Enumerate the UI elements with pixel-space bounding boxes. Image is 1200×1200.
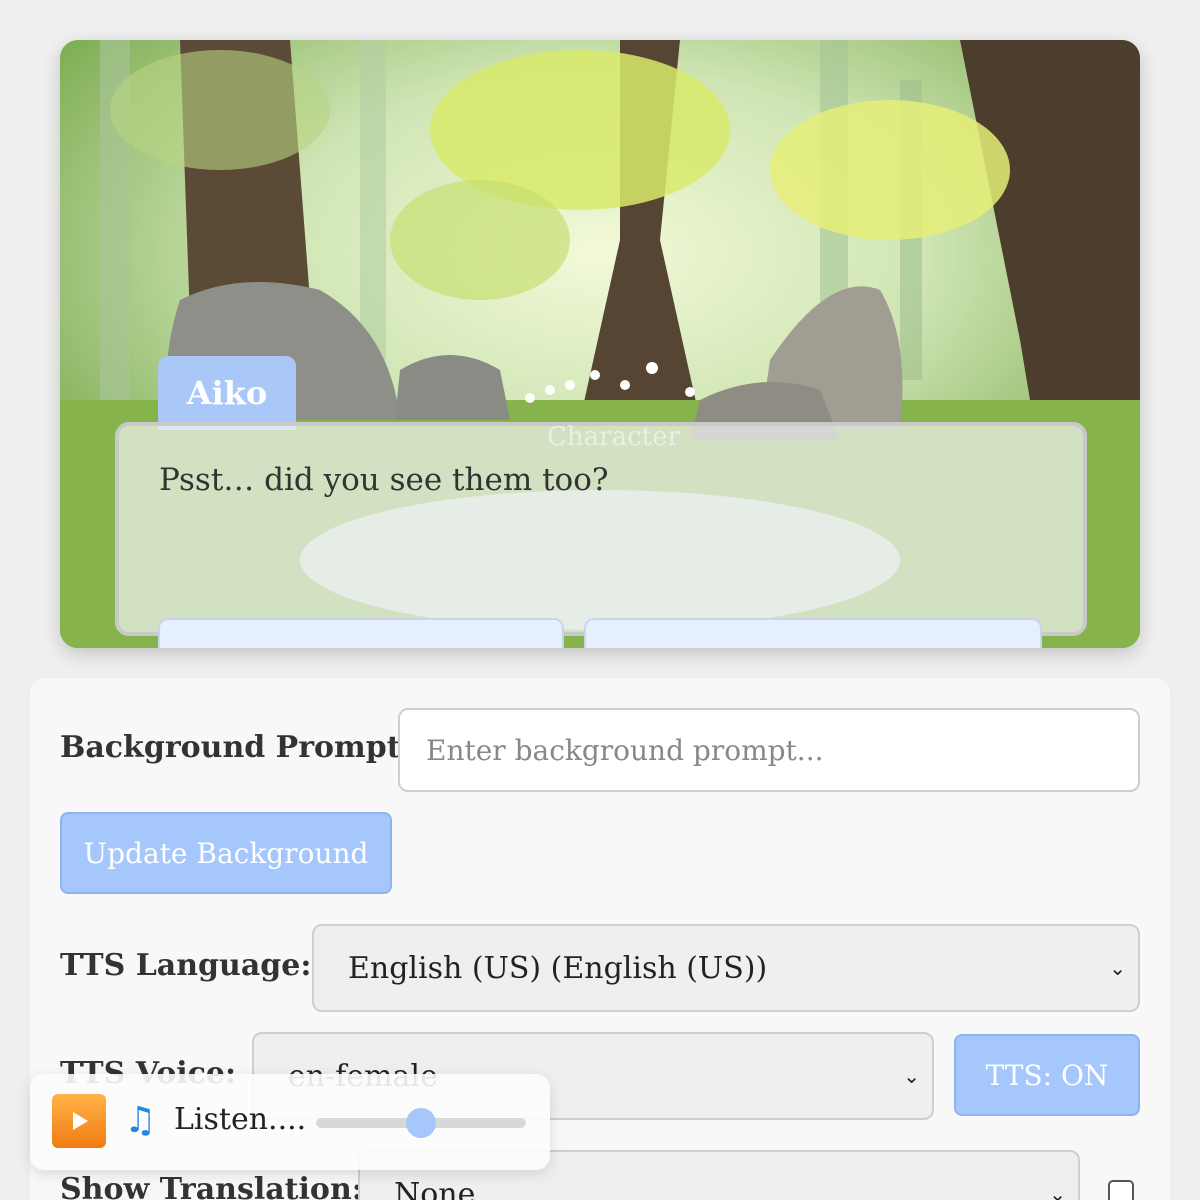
dialog-text: Psst… did you see them too? xyxy=(159,462,609,498)
update-background-label: Update Background xyxy=(83,836,369,870)
volume-slider[interactable] xyxy=(316,1108,526,1138)
music-note-icon: ♫ xyxy=(124,1100,157,1141)
tts-toggle-label: TTS: ON xyxy=(985,1058,1109,1092)
character-ghost-label: Character xyxy=(547,422,680,452)
volume-slider-thumb[interactable] xyxy=(406,1108,436,1138)
translation-checkbox[interactable] xyxy=(1108,1180,1134,1200)
dialog-box[interactable]: Character Psst… did you see them too? xyxy=(115,422,1087,636)
background-prompt-placeholder: Enter background prompt... xyxy=(426,733,824,767)
chevron-down-icon: ⌄ xyxy=(903,1064,920,1088)
choice-button-1[interactable] xyxy=(158,618,564,648)
chevron-down-icon: ⌄ xyxy=(1109,956,1126,980)
tts-language-select[interactable]: English (US) (English (US)) ⌄ xyxy=(312,924,1140,1012)
show-translation-label: Show Translation: xyxy=(60,1172,363,1200)
play-icon xyxy=(73,1112,88,1130)
chevron-down-icon: ⌄ xyxy=(1049,1182,1066,1200)
choice-button-2[interactable] xyxy=(584,618,1042,648)
speaker-name: Aiko xyxy=(186,374,268,412)
audio-player: ♫ Listen.... xyxy=(30,1074,550,1170)
background-prompt-input[interactable]: Enter background prompt... xyxy=(398,708,1140,792)
tts-language-label: TTS Language: xyxy=(60,948,312,983)
show-translation-value: None xyxy=(394,1176,476,1200)
scene-view: Aiko Character Psst… did you see them to… xyxy=(60,40,1140,648)
play-button[interactable] xyxy=(52,1094,106,1148)
background-prompt-label: Background Prompt: xyxy=(60,730,412,765)
tts-language-value: English (US) (English (US)) xyxy=(348,950,768,986)
update-background-button[interactable]: Update Background xyxy=(60,812,392,894)
speaker-name-tag: Aiko xyxy=(158,356,296,430)
track-title: Listen.... xyxy=(174,1102,307,1137)
tts-toggle-button[interactable]: TTS: ON xyxy=(954,1034,1140,1116)
